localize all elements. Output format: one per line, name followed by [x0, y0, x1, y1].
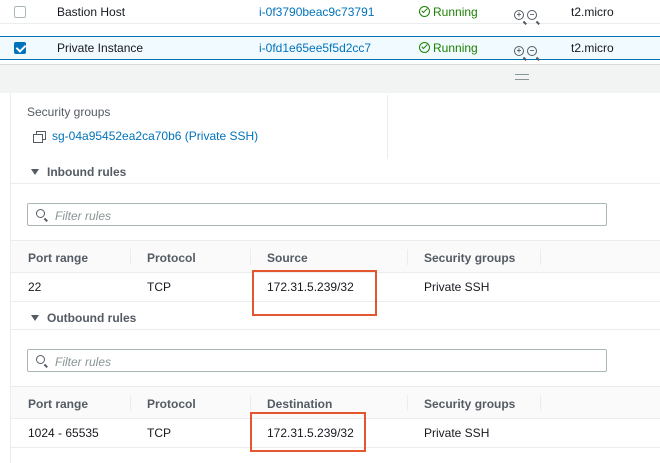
column-separator — [250, 249, 251, 265]
security-group-cell: Private SSH — [424, 426, 490, 440]
zoom-controls: + − — [514, 42, 540, 56]
inbound-filter-input[interactable]: Filter rules — [27, 203, 607, 226]
column-separator — [407, 249, 408, 265]
row-checkbox[interactable] — [14, 6, 26, 18]
column-header[interactable]: Source — [267, 251, 308, 265]
column-separator — [540, 249, 541, 265]
zoom-out-icon[interactable]: − — [527, 10, 537, 20]
instance-row[interactable]: Bastion Host i-0f3790beac9c73791 Running… — [0, 0, 660, 24]
column-header[interactable]: Security groups — [424, 251, 515, 265]
instance-name: Bastion Host — [57, 4, 126, 19]
column-divider — [387, 95, 388, 159]
row-checkbox[interactable] — [14, 42, 26, 54]
port-range-cell: 1024 - 65535 — [28, 426, 99, 440]
protocol-cell: TCP — [147, 280, 171, 294]
column-header[interactable]: Security groups — [424, 397, 515, 411]
column-header[interactable]: Protocol — [147, 251, 196, 265]
outbound-rules-toggle[interactable]: Outbound rules — [31, 311, 136, 325]
instance-type: t2.micro — [571, 4, 614, 19]
copy-icon[interactable] — [33, 131, 46, 143]
column-separator — [250, 395, 251, 411]
protocol-cell: TCP — [147, 426, 171, 440]
column-separator — [130, 395, 131, 411]
column-separator — [130, 249, 131, 265]
zoom-controls: + − — [514, 6, 540, 20]
column-separator — [407, 395, 408, 411]
highlight-box — [250, 412, 366, 452]
zoom-in-icon[interactable]: + — [514, 10, 524, 20]
inbound-rules-toggle[interactable]: Inbound rules — [31, 165, 126, 179]
section-divider — [11, 329, 660, 330]
instance-id-link[interactable]: i-0f3790beac9c73791 — [259, 5, 374, 19]
security-group-cell: Private SSH — [424, 280, 490, 294]
security-groups-label: Security groups — [27, 105, 111, 119]
security-group-link[interactable]: sg-04a95452ea2ca70b6 (Private SSH) — [33, 129, 258, 143]
zoom-out-icon[interactable]: − — [527, 46, 537, 56]
port-range-cell: 22 — [28, 280, 42, 294]
instance-type: t2.micro — [571, 41, 614, 55]
zoom-in-icon[interactable]: + — [514, 46, 524, 56]
instance-row-selected[interactable]: Private Instance i-0fd1e65ee5f5d2cc7 Run… — [0, 36, 660, 60]
highlight-box — [252, 270, 377, 316]
column-header[interactable]: Destination — [267, 397, 332, 411]
outbound-filter-input[interactable]: Filter rules — [27, 349, 607, 372]
column-header[interactable]: Protocol — [147, 397, 196, 411]
instance-id-link[interactable]: i-0fd1e65ee5f5d2cc7 — [259, 41, 371, 55]
search-icon — [36, 355, 45, 364]
instance-name: Private Instance — [57, 41, 144, 55]
success-check-icon — [419, 5, 430, 17]
drag-handle-icon[interactable] — [515, 74, 529, 80]
inbound-table-header: Port range Protocol Source Security grou… — [11, 240, 660, 273]
column-header[interactable]: Port range — [28, 251, 88, 265]
section-divider — [11, 183, 660, 184]
search-icon — [36, 209, 45, 218]
column-header[interactable]: Port range — [28, 397, 88, 411]
instance-state: Running — [419, 41, 478, 55]
filter-placeholder: Filter rules — [55, 209, 112, 223]
caret-down-icon — [31, 169, 39, 175]
filter-placeholder: Filter rules — [55, 355, 112, 369]
caret-down-icon — [31, 315, 39, 321]
split-pane-divider[interactable] — [0, 64, 660, 93]
instance-state: Running — [419, 5, 478, 19]
column-separator — [540, 395, 541, 411]
success-check-icon — [419, 42, 430, 53]
